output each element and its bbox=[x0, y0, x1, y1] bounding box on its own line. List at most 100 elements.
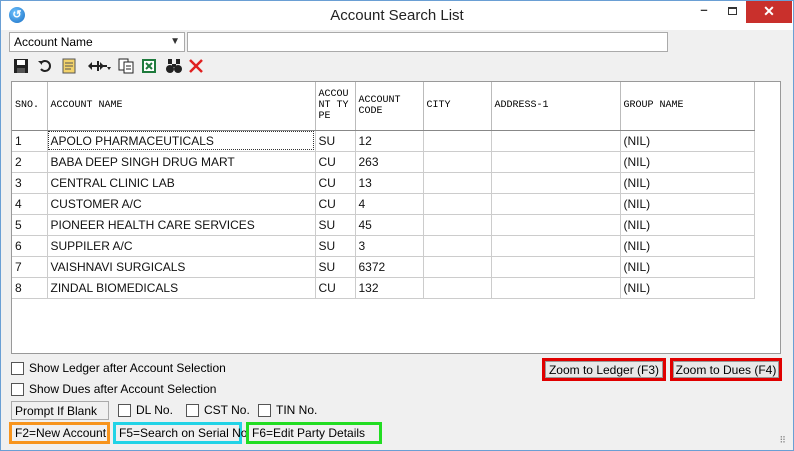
cell-address[interactable] bbox=[491, 193, 621, 215]
minimize-button[interactable]: – bbox=[690, 1, 718, 23]
cell-group-name[interactable]: (NIL) bbox=[620, 172, 755, 194]
table-row[interactable]: 4 CUSTOMER A/C CU 4 (NIL) bbox=[12, 193, 755, 215]
cell-account-code[interactable]: 3 bbox=[355, 235, 424, 257]
cell-sno[interactable]: 4 bbox=[12, 193, 48, 215]
copy-icon[interactable] bbox=[118, 58, 136, 76]
dl-no-checkbox[interactable]: DL No. bbox=[118, 403, 173, 417]
column-header-group-name[interactable]: GROUP NAME bbox=[620, 82, 755, 131]
cell-sno[interactable]: 2 bbox=[12, 151, 48, 173]
cell-city[interactable] bbox=[423, 256, 492, 278]
cell-group-name[interactable]: (NIL) bbox=[620, 193, 755, 215]
cell-account-code[interactable]: 45 bbox=[355, 214, 424, 236]
column-header-address[interactable]: ADDRESS-1 bbox=[491, 82, 621, 131]
cell-address[interactable] bbox=[491, 256, 621, 278]
maximize-button[interactable] bbox=[718, 1, 746, 23]
cell-account-type[interactable]: CU bbox=[315, 151, 356, 173]
table-row[interactable]: 8 ZINDAL BIOMEDICALS CU 132 (NIL) bbox=[12, 277, 755, 299]
column-header-city[interactable]: CITY bbox=[423, 82, 492, 131]
show-ledger-checkbox[interactable]: Show Ledger after Account Selection bbox=[11, 361, 226, 375]
cell-group-name[interactable]: (NIL) bbox=[620, 277, 755, 299]
search-field-dropdown[interactable]: Account Name ▼ bbox=[9, 32, 185, 52]
cell-city[interactable] bbox=[423, 277, 492, 299]
checkbox-box[interactable] bbox=[186, 403, 199, 417]
cell-address[interactable] bbox=[491, 172, 621, 194]
column-header-account-name[interactable]: ACCOUNT NAME bbox=[47, 82, 316, 131]
cell-address[interactable] bbox=[491, 130, 621, 152]
cell-sno[interactable]: 8 bbox=[12, 277, 48, 299]
cell-address[interactable] bbox=[491, 151, 621, 173]
cell-group-name[interactable]: (NIL) bbox=[620, 130, 755, 152]
cell-city[interactable] bbox=[423, 151, 492, 173]
tin-no-checkbox[interactable]: TIN No. bbox=[258, 403, 317, 417]
cell-city[interactable] bbox=[423, 235, 492, 257]
edit-party-shortcut[interactable]: F6=Edit Party Details bbox=[246, 422, 382, 444]
undo-icon[interactable] bbox=[37, 58, 55, 76]
zoom-to-ledger-button[interactable]: Zoom to Ledger (F3) bbox=[542, 358, 666, 381]
cell-account-code[interactable]: 263 bbox=[355, 151, 424, 173]
checkbox-box[interactable] bbox=[11, 382, 24, 396]
table-row[interactable]: 6 SUPPILER A/C SU 3 (NIL) bbox=[12, 235, 755, 257]
cell-account-code[interactable]: 6372 bbox=[355, 256, 424, 278]
cell-group-name[interactable]: (NIL) bbox=[620, 235, 755, 257]
table-row[interactable]: 5 PIONEER HEALTH CARE SERVICES SU 45 (NI… bbox=[12, 214, 755, 236]
cell-account-type[interactable]: SU bbox=[315, 256, 356, 278]
cell-account-type[interactable]: CU bbox=[315, 277, 356, 299]
table-row[interactable]: 1 APOLO PHARMACEUTICALS SU 12 (NIL) bbox=[12, 130, 755, 152]
checkbox-box[interactable] bbox=[11, 361, 24, 375]
column-header-account-code[interactable]: ACCOUNT CODE bbox=[355, 82, 424, 131]
cell-account-name[interactable]: PIONEER HEALTH CARE SERVICES bbox=[47, 214, 316, 236]
cell-account-name[interactable]: SUPPILER A/C bbox=[47, 235, 316, 257]
show-dues-checkbox[interactable]: Show Dues after Account Selection bbox=[11, 382, 216, 396]
cell-city[interactable] bbox=[423, 193, 492, 215]
cell-account-code[interactable]: 12 bbox=[355, 130, 424, 152]
column-header-sno[interactable]: SNO. bbox=[12, 82, 48, 131]
cell-account-type[interactable]: CU bbox=[315, 172, 356, 194]
cell-sno[interactable]: 3 bbox=[12, 172, 48, 194]
cell-account-name[interactable]: CUSTOMER A/C bbox=[47, 193, 316, 215]
cell-group-name[interactable]: (NIL) bbox=[620, 214, 755, 236]
cell-sno[interactable]: 1 bbox=[12, 130, 48, 152]
cell-city[interactable] bbox=[423, 214, 492, 236]
cell-group-name[interactable]: (NIL) bbox=[620, 151, 755, 173]
cell-city[interactable] bbox=[423, 172, 492, 194]
cell-account-name[interactable]: VAISHNAVI SURGICALS bbox=[47, 256, 316, 278]
table-row[interactable]: 2 BABA DEEP SINGH DRUG MART CU 263 (NIL) bbox=[12, 151, 755, 173]
cell-address[interactable] bbox=[491, 235, 621, 257]
excel-icon[interactable] bbox=[141, 58, 159, 76]
cell-sno[interactable]: 6 bbox=[12, 235, 48, 257]
cell-address[interactable] bbox=[491, 214, 621, 236]
cst-no-checkbox[interactable]: CST No. bbox=[186, 403, 250, 417]
delete-icon[interactable] bbox=[188, 58, 206, 76]
cell-sno[interactable]: 7 bbox=[12, 256, 48, 278]
search-serial-shortcut[interactable]: F5=Search on Serial No bbox=[113, 422, 247, 444]
new-account-shortcut[interactable]: F2=New Account bbox=[9, 422, 110, 444]
cell-account-type[interactable]: SU bbox=[315, 130, 356, 152]
zoom-to-dues-button[interactable]: Zoom to Dues (F4) bbox=[670, 358, 782, 381]
cell-city[interactable] bbox=[423, 130, 492, 152]
column-resize-icon[interactable] bbox=[87, 58, 113, 76]
save-icon[interactable] bbox=[13, 58, 31, 76]
column-header-account-type[interactable]: ACCOU NT TYPE bbox=[315, 82, 356, 131]
cell-account-type[interactable]: CU bbox=[315, 193, 356, 215]
cell-account-code[interactable]: 132 bbox=[355, 277, 424, 299]
report-icon[interactable] bbox=[61, 58, 79, 76]
table-row[interactable]: 3 CENTRAL CLINIC LAB CU 13 (NIL) bbox=[12, 172, 755, 194]
checkbox-box[interactable] bbox=[258, 403, 271, 417]
close-button[interactable]: ✕ bbox=[746, 1, 792, 23]
cell-account-code[interactable]: 13 bbox=[355, 172, 424, 194]
cell-account-name[interactable]: CENTRAL CLINIC LAB bbox=[47, 172, 316, 194]
cell-account-type[interactable]: SU bbox=[315, 214, 356, 236]
checkbox-box[interactable] bbox=[118, 403, 131, 417]
accounts-grid[interactable]: SNO. ACCOUNT NAME ACCOU NT TYPE ACCOUNT … bbox=[11, 81, 781, 354]
search-input[interactable] bbox=[187, 32, 668, 52]
cell-address[interactable] bbox=[491, 277, 621, 299]
cell-account-code[interactable]: 4 bbox=[355, 193, 424, 215]
cell-group-name[interactable]: (NIL) bbox=[620, 256, 755, 278]
cell-sno[interactable]: 5 bbox=[12, 214, 48, 236]
resize-grip-icon[interactable]: ⠿ bbox=[779, 435, 786, 446]
cell-account-name[interactable]: ZINDAL BIOMEDICALS bbox=[47, 277, 316, 299]
cell-account-name[interactable]: APOLO PHARMACEUTICALS bbox=[47, 130, 316, 152]
cell-account-name[interactable]: BABA DEEP SINGH DRUG MART bbox=[47, 151, 316, 173]
table-row[interactable]: 7 VAISHNAVI SURGICALS SU 6372 (NIL) bbox=[12, 256, 755, 278]
prompt-if-blank[interactable]: Prompt If Blank bbox=[11, 401, 109, 420]
